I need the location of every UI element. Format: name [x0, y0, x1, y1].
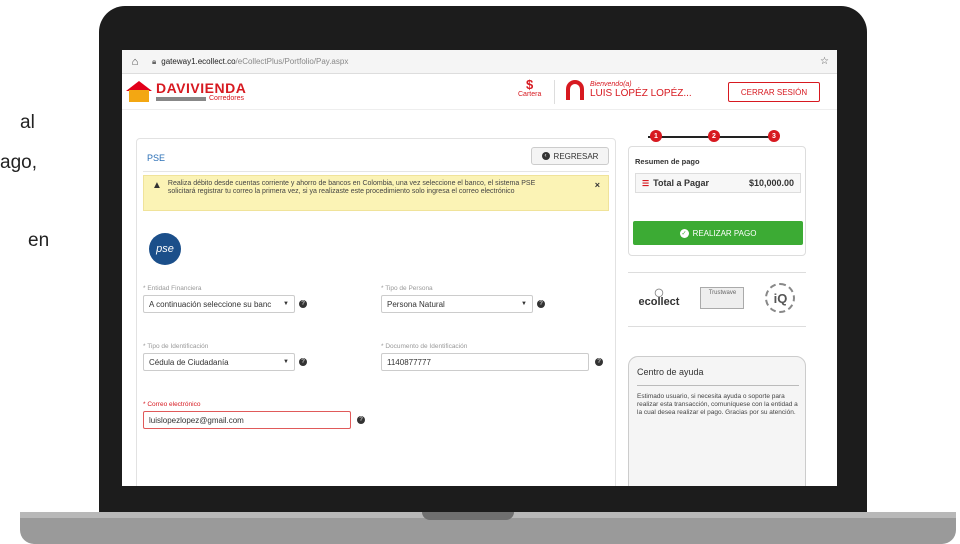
step-1: 1	[650, 130, 662, 142]
divider	[628, 272, 806, 273]
divider	[628, 326, 806, 327]
payment-form-panel: PSE ‹ REGRESAR ▲ Realiza débito desde cu…	[136, 138, 616, 486]
iq-pci-badge: iQ	[765, 283, 796, 313]
url-field[interactable]: 🔒︎ gateway1.ecollect.co/eCollectPlus/Por…	[152, 54, 792, 70]
url-path: /eCollectPlus/Portfolio/Pay.aspx	[235, 57, 349, 66]
chevron-down-icon: ▼	[521, 301, 527, 307]
dollar-icon: $	[526, 77, 534, 92]
total-label: Total a Pagar	[653, 178, 710, 188]
tipo-id-value: Cédula de Ciudadanía	[149, 357, 229, 367]
pay-button[interactable]: ✓ REALIZAR PAGO	[633, 221, 803, 245]
side-text-3: en	[28, 230, 50, 251]
back-arrow-icon: ‹	[541, 152, 550, 160]
url-host: gateway1.ecollect.co	[161, 57, 236, 66]
davivienda-logo[interactable]: DAVIVIENDA Corredores	[126, 80, 247, 103]
alert-text: Realiza débito desde cuentas corriente y…	[167, 180, 536, 196]
back-label: REGRESAR	[553, 151, 599, 161]
progress-steps: 1 2 3	[628, 130, 808, 144]
laptop-screen: ⌂ 🔒︎ gateway1.ecollect.co/eCollectPlus/P…	[122, 50, 837, 486]
warning-icon: ▲	[152, 180, 162, 191]
house-logo-icon	[126, 80, 152, 103]
correo-label: * Correo electrónico	[143, 401, 201, 408]
help-center: Centro de ayuda Estimado usuario, si nec…	[628, 356, 806, 486]
documento-label: * Documento de Identificación	[381, 343, 468, 350]
ecollect-logo: ◯ ecollect	[638, 287, 680, 308]
persona-select[interactable]: Persona Natural ▼	[381, 295, 533, 313]
logo-sub: Corredores	[209, 95, 245, 102]
help-divider	[637, 385, 799, 386]
side-text-1: al	[20, 112, 35, 133]
help-icon[interactable]: ?	[537, 300, 545, 308]
persona-value: Persona Natural	[387, 299, 445, 309]
step-3: 3	[768, 130, 780, 142]
tipo-id-select[interactable]: Cédula de Ciudadanía ▼	[143, 353, 295, 371]
help-text: Estimado usuario, si necesita ayuda o so…	[637, 393, 798, 417]
help-title: Centro de ayuda	[637, 367, 704, 377]
chevron-down-icon: ▼	[283, 359, 289, 365]
trustwave-badge[interactable]: Trustwave	[700, 287, 745, 309]
help-icon[interactable]: ?	[595, 358, 603, 366]
tab-divider	[143, 171, 609, 172]
logo-name: DAVIVIENDA	[156, 80, 247, 96]
security-badges: ◯ ecollect Trustwave iQ	[628, 274, 806, 322]
summary-title: Resumen de pago	[635, 157, 700, 166]
email-field[interactable]: luislopezlopez@gmail.com	[143, 411, 351, 429]
help-icon[interactable]: ?	[357, 416, 365, 424]
step-2: 2	[708, 130, 720, 142]
entidad-label: * Entidad Financiera	[143, 285, 202, 292]
home-icon[interactable]: ⌂	[128, 56, 142, 68]
cartera-link[interactable]: $ Cartera	[518, 78, 541, 98]
list-icon: ☰	[642, 178, 650, 188]
user-info: Bienvendo(a) LUIS LOPÉZ LOPÉZ...	[566, 80, 692, 100]
pse-logo: pse	[149, 233, 181, 265]
documento-value: 1140877777	[387, 357, 431, 367]
tipo-id-label: * Tipo de Identificación	[143, 343, 209, 350]
entidad-value: A continuación seleccione su banc	[149, 299, 272, 309]
laptop-notch	[422, 512, 514, 520]
persona-label: * Tipo de Persona	[381, 285, 433, 292]
help-icon[interactable]: ?	[299, 358, 307, 366]
entidad-select[interactable]: A continuación seleccione su banc ▼	[143, 295, 295, 313]
close-icon[interactable]: ×	[595, 180, 600, 191]
tab-pse[interactable]: PSE	[147, 153, 165, 163]
chevron-down-icon: ▼	[283, 301, 289, 307]
back-button[interactable]: ‹ REGRESAR	[531, 147, 609, 165]
side-text-2: ago,	[0, 152, 37, 173]
bookmark-star-icon[interactable]: ☆	[820, 56, 829, 67]
ecollect-text: ecollect	[638, 295, 680, 308]
documento-input[interactable]: 1140877777	[381, 353, 589, 371]
welcome-text: Bienvendo(a)	[590, 81, 632, 88]
info-alert: ▲ Realiza débito desde cuentas corriente…	[143, 175, 609, 211]
browser-address-bar: ⌂ 🔒︎ gateway1.ecollect.co/eCollectPlus/P…	[122, 50, 837, 74]
header-separator	[554, 80, 555, 104]
payment-summary: Resumen de pago ☰ Total a Pagar $10,000.…	[628, 146, 806, 256]
help-icon[interactable]: ?	[299, 300, 307, 308]
logout-button[interactable]: CERRAR SESIÓN	[728, 82, 820, 102]
total-row: ☰ Total a Pagar $10,000.00	[635, 173, 801, 193]
lock-icon: 🔒︎	[152, 56, 157, 66]
user-brand-icon	[566, 80, 584, 100]
correo-value: luislopezlopez@gmail.com	[149, 415, 244, 425]
total-amount: $10,000.00	[748, 178, 794, 188]
user-name: LUIS LOPÉZ LOPÉZ...	[590, 88, 692, 99]
cartera-label: Cartera	[518, 91, 542, 98]
check-icon: ✓	[679, 228, 689, 238]
site-header: DAVIVIENDA Corredores $ Cartera Bienvend…	[122, 74, 837, 110]
pay-label: REALIZAR PAGO	[692, 228, 757, 238]
